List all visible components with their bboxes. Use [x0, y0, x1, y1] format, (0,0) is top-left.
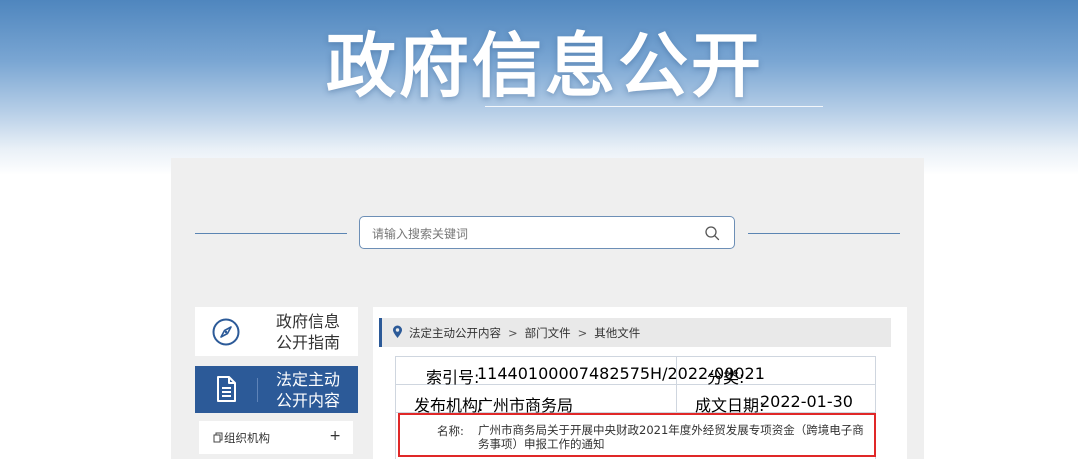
compass-icon [212, 318, 240, 346]
sidebar-item-label: 组织机构 [213, 430, 270, 446]
banner-title: 政府信息公开 [326, 25, 764, 107]
expand-toggle[interactable]: + [329, 428, 341, 444]
sidebar-label-line: 公开指南 [275, 333, 340, 352]
search-divider-right [748, 233, 900, 234]
sidebar-item-guide[interactable]: 政府信息 公开指南 [195, 307, 358, 356]
breadcrumb-items: 法定主动公开内容 > 部门文件 > 其他文件 [409, 325, 640, 341]
header-banner: 政府信息公开 [0, 0, 1078, 175]
sidebar-item-active-content[interactable]: 法定主动 公开内容 [195, 366, 358, 413]
sidebar-item-label: 法定主动 公开内容 [265, 369, 351, 411]
sidebar-item-divider [257, 378, 258, 402]
date-value: 2022-01-30 [760, 392, 853, 411]
copy-icon [213, 432, 223, 443]
breadcrumb-item[interactable]: 部门文件 [525, 326, 571, 340]
search-input[interactable] [370, 223, 694, 245]
breadcrumb-separator: > [577, 326, 588, 340]
sidebar-label-line: 法定主动 [275, 370, 340, 389]
breadcrumb-item[interactable]: 法定主动公开内容 [409, 326, 501, 340]
document-icon [217, 376, 236, 402]
category-label: 分类: [707, 368, 745, 387]
search-divider-left [195, 233, 347, 234]
sidebar-item-text: 组织机构 [224, 431, 270, 445]
breadcrumb-separator: > [508, 326, 518, 340]
breadcrumb: 法定主动公开内容 > 部门文件 > 其他文件 [379, 318, 891, 347]
breadcrumb-accent-bar [379, 318, 382, 347]
search-icon[interactable] [704, 225, 720, 241]
search-box [359, 216, 735, 249]
sidebar-item-organization[interactable]: 组织机构 + [199, 421, 353, 454]
breadcrumb-item[interactable]: 其他文件 [594, 326, 640, 340]
banner-divider [485, 106, 823, 107]
index-label: 索引号: [426, 368, 480, 387]
highlight-box [398, 413, 876, 457]
location-pin-icon [393, 325, 402, 338]
sidebar-item-label: 政府信息 公开指南 [265, 311, 351, 353]
sidebar-label-line: 政府信息 [275, 312, 340, 331]
sidebar-label-line: 公开内容 [275, 391, 340, 410]
